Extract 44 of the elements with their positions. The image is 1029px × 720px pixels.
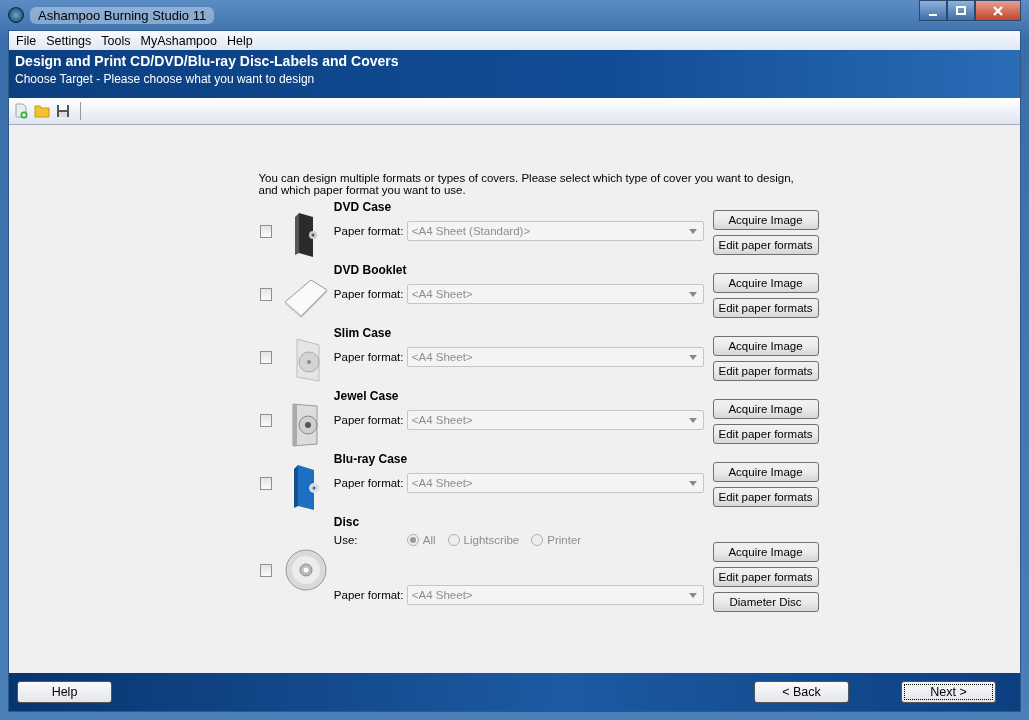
close-button[interactable] — [975, 0, 1021, 21]
menu-item[interactable]: MyAshampoo — [135, 33, 222, 48]
caret-icon — [688, 592, 697, 598]
field-label: Paper format: — [333, 477, 405, 489]
menu-item[interactable]: Tools — [96, 33, 136, 48]
close-icon — [992, 5, 1004, 16]
folder-icon[interactable] — [34, 103, 50, 119]
back-button[interactable]: < Back — [754, 681, 849, 703]
item-title: Disc — [333, 515, 361, 531]
caret-icon — [688, 291, 697, 297]
field-label: Paper format: — [333, 589, 405, 601]
caret-icon — [688, 228, 697, 234]
item-title: Blu-ray Case — [333, 452, 409, 468]
field-label: Paper format: — [333, 288, 405, 300]
maximize-button[interactable] — [947, 0, 975, 21]
page-title: Design and Print CD/DVD/Blu-ray Disc-Labels and Covers — [15, 53, 400, 69]
use-label: Use: — [333, 534, 359, 546]
minimize-button[interactable] — [919, 0, 947, 21]
intro-text: You can design multiple formats or types of covers. Please select which type of cover you want to design, and which paper format you want to use. — [258, 172, 795, 196]
menu-item[interactable]: Help — [221, 33, 258, 48]
minimize-icon — [929, 13, 937, 16]
app-logo-icon — [8, 7, 24, 23]
caret-icon — [688, 417, 697, 423]
disc-icon — [285, 549, 328, 591]
menu-item[interactable]: File — [11, 33, 42, 48]
new-document-icon[interactable] — [13, 103, 29, 119]
field-label: Paper format: — [333, 225, 405, 237]
item-title: Jewel Case — [333, 389, 400, 405]
field-label: Paper format: — [333, 351, 405, 363]
item-title: DVD Booklet — [333, 263, 408, 279]
item-title: DVD Case — [333, 200, 393, 216]
caret-icon — [688, 354, 697, 360]
page-subtitle: Choose Target - Please choose what you want to design — [15, 72, 316, 86]
maximize-icon — [956, 5, 966, 16]
next-button[interactable]: Next > — [901, 681, 996, 703]
caret-icon — [688, 480, 697, 486]
blu-ray-case-icon — [292, 462, 321, 511]
window-title: Ashampoo Burning Studio 11 — [30, 6, 215, 24]
item-title: Slim Case — [333, 326, 393, 342]
dvd-case-icon — [293, 210, 320, 259]
field-label: Paper format: — [333, 414, 405, 426]
menu-item[interactable]: Settings — [41, 33, 97, 48]
help-button[interactable]: Help — [17, 681, 112, 703]
booklet-icon — [283, 277, 330, 318]
